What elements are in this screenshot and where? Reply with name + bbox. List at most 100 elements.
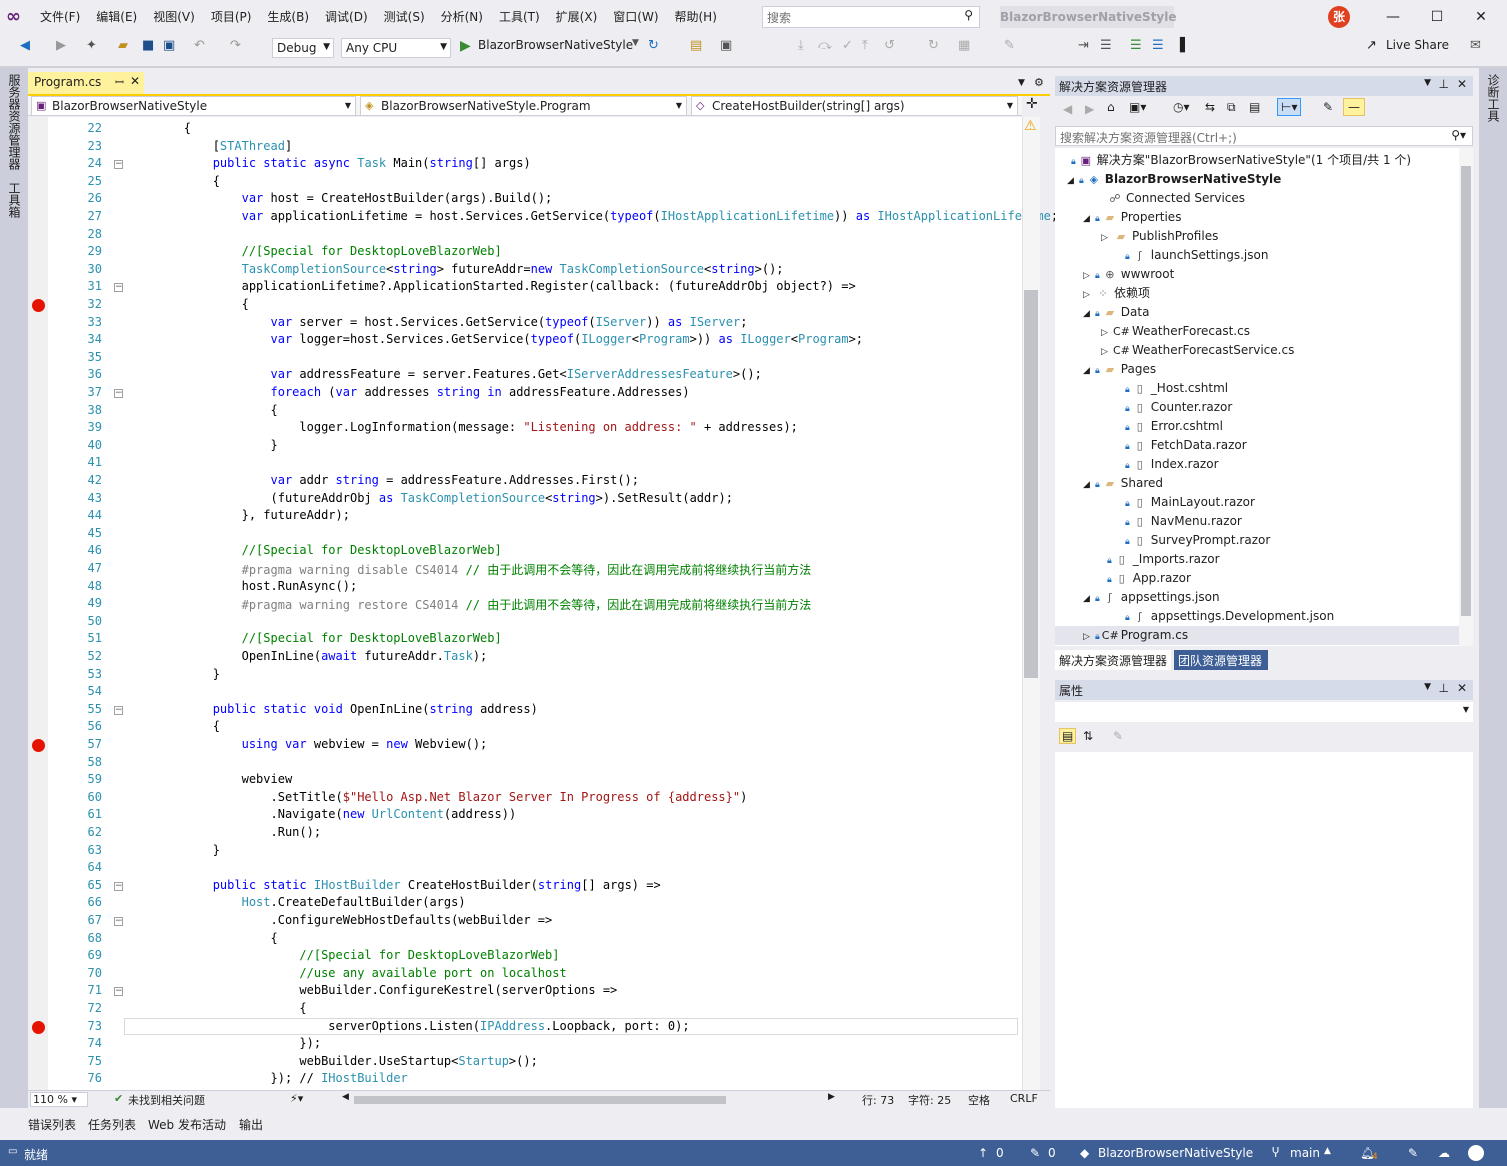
menu-analyze[interactable]: 分析(N) — [433, 0, 491, 34]
menu-help[interactable]: 帮助(H) — [667, 0, 725, 34]
tree-item[interactable]: ◢ 🔒︎ ▰ Data — [1055, 303, 1459, 322]
split-icon[interactable]: ✛ — [1026, 96, 1038, 112]
project-dropdown[interactable]: ▣ BlazorBrowserNativeStyle ▼ — [31, 96, 356, 116]
code-line[interactable]: .SetTitle($"Hello Asp.Net Blazor Server … — [126, 790, 747, 804]
undo-history-icon[interactable]: ↺ — [884, 38, 895, 53]
code-line[interactable]: //[Special for DesktopLoveBlazorWeb] — [126, 543, 502, 557]
collapse-icon[interactable]: − — [114, 705, 123, 715]
branch-name[interactable]: main — [1290, 1146, 1320, 1160]
run-target-button[interactable]: BlazorBrowserNativeStyle — [478, 38, 633, 52]
outline-icon[interactable]: ☰ — [1100, 38, 1112, 53]
close-icon[interactable]: ✕ — [1458, 0, 1504, 34]
code-line[interactable]: webview — [126, 772, 293, 786]
screenshot-icon[interactable]: ▣ — [720, 38, 732, 53]
forward-icon[interactable]: ▶ — [1085, 102, 1094, 116]
code-line[interactable]: var host = CreateHostBuilder(args).Build… — [126, 191, 553, 205]
cursor-row[interactable]: 行: 73 — [862, 1092, 894, 1108]
forward-icon[interactable]: ▶ — [56, 38, 66, 53]
solution-scroll-thumb[interactable] — [1461, 166, 1471, 616]
server-explorer-tab[interactable]: 服务器资源管理器 — [6, 74, 23, 170]
tree-item[interactable]: ☍ Connected Services — [1055, 189, 1459, 208]
collapse-all-icon[interactable]: ⧉ — [1227, 100, 1236, 115]
step-into-icon[interactable]: ⤓ — [798, 38, 804, 53]
tree-item[interactable]: 🔒︎ ▯ MainLayout.razor — [1055, 493, 1459, 512]
code-line[interactable]: { — [126, 719, 220, 733]
maximize-icon[interactable]: ☐ — [1414, 0, 1460, 34]
chevron-down-icon[interactable]: ▼ — [1424, 78, 1431, 88]
breakpoint-icon[interactable] — [32, 1020, 45, 1034]
open-folder-icon[interactable]: ▰ — [118, 38, 128, 53]
tree-item[interactable]: ◢ 🔒︎ ▰ Properties — [1055, 208, 1459, 227]
code-line[interactable]: //use any available port on localhost — [126, 966, 566, 980]
indent-mode[interactable]: 空格 — [968, 1092, 990, 1108]
horizontal-scroll-thumb[interactable] — [354, 1096, 726, 1104]
tree-item[interactable]: ▷ ⁘ 依赖项 — [1055, 284, 1459, 303]
cleanup-icon[interactable]: ⚡▾ — [290, 1092, 303, 1105]
chevron-down-icon[interactable]: ▼ — [632, 38, 639, 48]
code-line[interactable]: host.RunAsync(); — [126, 579, 358, 593]
issues-status[interactable]: 未找到相关问题 — [128, 1092, 205, 1108]
breakpoint-icon[interactable] — [32, 299, 45, 312]
code-line[interactable]: { — [126, 1001, 306, 1015]
member-dropdown[interactable]: ◇ CreateHostBuilder(string[] args) ▼ — [691, 96, 1018, 116]
tree-item[interactable]: ▷ C# WeatherForecast.cs — [1055, 322, 1459, 341]
feedback-icon[interactable]: ✎ — [1408, 1146, 1418, 1160]
cloud-icon[interactable]: ☁ — [1438, 1146, 1450, 1160]
code-line[interactable]: (futureAddrObj as TaskCompletionSource<s… — [126, 491, 732, 505]
unpushed-count[interactable]: 0 — [996, 1146, 1004, 1160]
pending-changes-icon[interactable]: ◷▾ — [1173, 100, 1190, 114]
tab-program-cs[interactable]: Program.cs ꟷ ✕ — [28, 72, 144, 94]
account-icon[interactable] — [1468, 1145, 1484, 1161]
menu-debug[interactable]: 调试(D) — [317, 0, 376, 34]
tree-item[interactable]: 🔒︎ ʃ appsettings.Development.json — [1055, 607, 1459, 626]
tree-item[interactable]: 🔒︎ ▣ 解决方案"BlazorBrowserNativeStyle"(1 个项目/… — [1055, 151, 1459, 170]
menu-window[interactable]: 窗口(W) — [605, 0, 666, 34]
avatar[interactable]: 张 — [1328, 6, 1350, 28]
code-line[interactable]: var addr string = addressFeature.Address… — [126, 473, 640, 487]
code-line[interactable]: //[Special for DesktopLoveBlazorWeb] — [126, 948, 559, 962]
collapse-icon[interactable]: − — [114, 987, 123, 997]
code-line[interactable]: { — [126, 121, 191, 135]
menu-edit[interactable]: 编辑(E) — [88, 0, 145, 34]
tab-task-list[interactable]: 任务列表 — [88, 1116, 136, 1133]
collapsed-arrow-icon[interactable]: ▷ — [1083, 628, 1095, 646]
code-line[interactable]: //[Special for DesktopLoveBlazorWeb] — [126, 631, 502, 645]
tree-item[interactable]: 🔒︎ ▯ Error.cshtml — [1055, 417, 1459, 436]
collapse-icon[interactable]: − — [114, 283, 123, 293]
feedback-icon[interactable]: ✉ — [1470, 38, 1481, 53]
code-line[interactable]: //[Special for DesktopLoveBlazorWeb] — [126, 244, 502, 258]
align-icon[interactable]: ⇥ — [1078, 38, 1089, 53]
browser-link-icon[interactable]: ▤ — [690, 38, 702, 53]
code-line[interactable]: [STAThread] — [126, 139, 293, 153]
wrench-icon[interactable]: ✎ — [1113, 729, 1123, 743]
code-line[interactable]: TaskCompletionSource<string> futureAddr=… — [126, 262, 784, 276]
minimize-icon[interactable]: — — [1370, 0, 1416, 34]
tree-item[interactable]: 🔒︎ ▯ FetchData.razor — [1055, 436, 1459, 455]
menu-view[interactable]: 视图(V) — [145, 0, 203, 34]
code-line[interactable]: logger.LogInformation(message: "Listenin… — [126, 420, 798, 434]
search-input[interactable]: 搜索 ⚲ — [762, 6, 980, 28]
wrench-icon[interactable]: ✎ — [1323, 100, 1333, 114]
wrench-icon[interactable]: ✎ — [1004, 38, 1015, 53]
properties-object-dropdown[interactable]: ▼ — [1055, 702, 1473, 722]
alphabetical-icon[interactable]: ⇅ — [1083, 729, 1093, 743]
chevron-down-icon[interactable]: ▼ — [1424, 682, 1431, 692]
code-line[interactable]: { — [126, 931, 277, 945]
menu-build[interactable]: 生成(B) — [259, 0, 317, 34]
show-all-files-icon[interactable]: ▤ — [1249, 100, 1260, 114]
bookmark-icon[interactable]: ▌ — [1180, 38, 1190, 53]
close-icon[interactable]: ✕ — [1457, 77, 1467, 91]
diagnostic-tools-tab[interactable]: 诊断工具 — [1485, 74, 1502, 122]
back-icon[interactable]: ◀ — [20, 38, 30, 53]
tree-item[interactable]: 🔒︎ ▯ Index.razor — [1055, 455, 1459, 474]
breakpoint-icon[interactable] — [32, 739, 45, 752]
solution-search-input[interactable]: 搜索解决方案资源管理器(Ctrl+;) ⚲▾ — [1055, 126, 1473, 146]
code-line[interactable]: using var webview = new Webview(); — [126, 737, 488, 751]
code-line[interactable]: applicationLifetime?.ApplicationStarted.… — [126, 279, 856, 293]
comment-icon[interactable]: ☰ — [1130, 38, 1142, 53]
menu-file[interactable]: 文件(F) — [32, 0, 88, 34]
code-line[interactable]: } — [126, 843, 220, 857]
cursor-col[interactable]: 字符: 25 — [908, 1092, 951, 1108]
class-dropdown[interactable]: ◈ BlazorBrowserNativeStyle.Program ▼ — [360, 96, 687, 116]
tree-item[interactable]: 🔒︎ ▯ Counter.razor — [1055, 398, 1459, 417]
